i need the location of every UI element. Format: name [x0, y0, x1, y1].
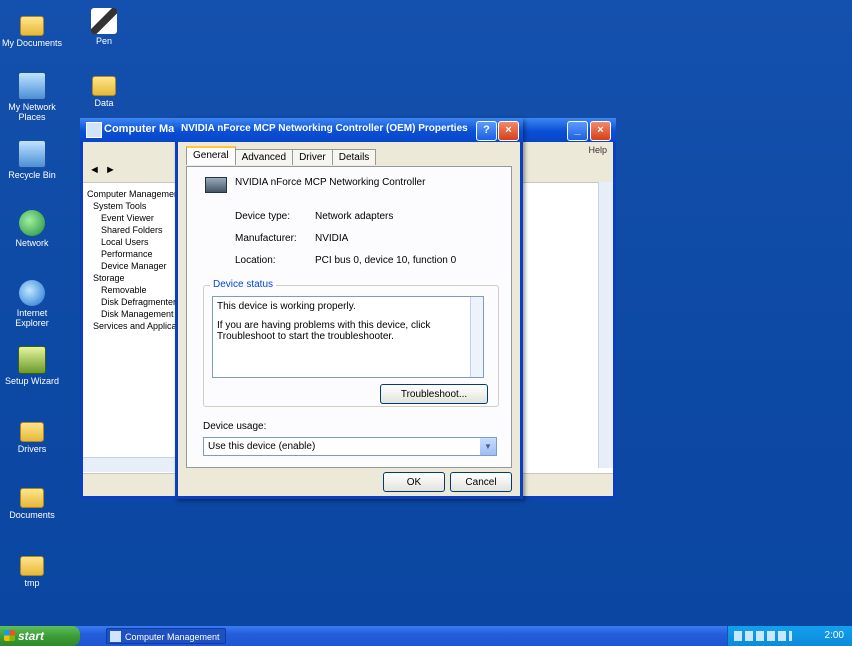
taskbar-item-label: Computer Management [125, 632, 220, 642]
desktop-icon-recycle-bin[interactable]: Recycle Bin [0, 140, 64, 180]
computer-icon [18, 140, 46, 168]
location-value: PCI bus 0, device 10, function 0 [315, 255, 457, 266]
folder-icon [20, 16, 44, 36]
menu-help[interactable]: Help [588, 145, 607, 155]
tree-item[interactable]: Local Users [87, 236, 177, 248]
setup-icon [18, 346, 46, 374]
desktop-icon-drivers[interactable]: Drivers [0, 418, 64, 454]
tab-advanced[interactable]: Advanced [234, 149, 294, 165]
tab-strip: General Advanced Driver Details [186, 146, 377, 166]
device-usage-select[interactable]: Use this device (enable) ▼ [203, 437, 497, 456]
device-usage-value: Use this device (enable) [208, 441, 316, 452]
computer-management-icon [110, 631, 121, 642]
tab-details[interactable]: Details [331, 149, 377, 165]
network-adapter-icon [205, 177, 227, 193]
status-scrollbar[interactable] [470, 297, 483, 377]
start-button[interactable]: start [0, 626, 80, 646]
desktop-icon-label: My Network Places [8, 102, 56, 122]
ok-button[interactable]: OK [383, 472, 445, 492]
device-usage-label: Device usage: [203, 421, 267, 432]
dialog-title: NVIDIA nForce MCP Networking Controller … [181, 123, 468, 134]
close-button[interactable]: × [590, 121, 611, 141]
tree-item[interactable]: System Tools [87, 200, 177, 212]
device-properties-dialog[interactable]: NVIDIA nForce MCP Networking Controller … [175, 118, 523, 499]
desktop-icon-label: Data [94, 98, 114, 108]
desktop-icon-label: tmp [24, 578, 40, 588]
chevron-down-icon[interactable]: ▼ [480, 438, 496, 455]
device-status-group: Device status This device is working pro… [203, 279, 499, 407]
tree-item[interactable]: Storage [87, 272, 177, 284]
device-type-label: Device type: [235, 211, 291, 222]
tree-item[interactable]: Event Viewer [87, 212, 177, 224]
tray-icons[interactable] [734, 631, 792, 641]
horizontal-scrollbar[interactable] [83, 457, 177, 472]
device-name: NVIDIA nForce MCP Networking Controller [235, 177, 426, 188]
help-button[interactable]: ? [476, 121, 497, 141]
tree-item[interactable]: Device Manager [87, 260, 177, 272]
dialog-title-bar[interactable]: NVIDIA nForce MCP Networking Controller … [175, 118, 523, 142]
desktop-icon-my-documents[interactable]: My Documents [0, 12, 64, 48]
tree-item[interactable]: Shared Folders [87, 224, 177, 236]
windows-logo-icon [4, 630, 15, 641]
taskbar: start Computer Management 2:00 [0, 626, 852, 646]
dialog-close-button[interactable]: × [498, 121, 519, 141]
manufacturer-value: NVIDIA [315, 233, 349, 244]
system-tray: 2:00 [727, 626, 852, 646]
taskbar-item-computer-management[interactable]: Computer Management [106, 628, 226, 644]
desktop-icon-label: Pen [95, 36, 112, 46]
desktop-icon-data[interactable]: Data [72, 72, 136, 108]
desktop-icon-label: Drivers [17, 444, 47, 454]
forward-icon[interactable]: ► [105, 164, 116, 176]
computer-icon [18, 72, 46, 100]
folder-icon [20, 488, 44, 508]
desktop-icon-tmp[interactable]: tmp [0, 552, 64, 588]
folder-icon [20, 422, 44, 442]
tree-item[interactable]: Performance [87, 248, 177, 260]
desktop-icon-network[interactable]: Network [0, 210, 64, 248]
desktop-icon-label: My Documents [1, 38, 63, 48]
general-panel: NVIDIA nForce MCP Networking Controller … [186, 166, 512, 468]
pen-icon [91, 8, 117, 34]
tree-item[interactable]: Disk Defragmenter [87, 296, 177, 308]
troubleshoot-button[interactable]: Troubleshoot... [380, 384, 488, 404]
status-help-text: If you are having problems with this dev… [217, 320, 431, 342]
desktop: My Documents Pen My Network Places Data … [0, 0, 852, 626]
clock[interactable]: 2:00 [825, 626, 844, 646]
vertical-scrollbar[interactable] [598, 182, 613, 468]
tab-general[interactable]: General [186, 146, 236, 165]
desktop-icon-setup-wizard[interactable]: Setup Wizard [0, 346, 64, 386]
device-type-value: Network adapters [315, 211, 394, 222]
tree-item[interactable]: Services and Applications [87, 320, 177, 332]
tree-item[interactable]: Computer Management [87, 188, 177, 200]
desktop-icon-label: Documents [9, 510, 55, 520]
desktop-icon-documents[interactable]: Documents [0, 484, 64, 520]
desktop-icon-label: Internet Explorer [15, 308, 49, 328]
desktop-icon-label: Setup Wizard [4, 376, 60, 386]
tree-item[interactable]: Removable [87, 284, 177, 296]
ie-icon [19, 280, 45, 306]
minimize-button[interactable]: _ [567, 121, 588, 141]
cancel-button[interactable]: Cancel [450, 472, 512, 492]
device-status-text[interactable]: This device is working properly. If you … [212, 296, 484, 378]
console-tree[interactable]: Computer Management System Tools Event V… [87, 188, 177, 458]
desktop-icon-internet-explorer[interactable]: Internet Explorer [0, 280, 64, 328]
start-label: start [18, 629, 45, 643]
desktop-icon-pen[interactable]: Pen [72, 8, 136, 46]
desktop-icon-label: Network [15, 238, 49, 248]
desktop-icon-network-places[interactable]: My Network Places [0, 72, 64, 122]
manufacturer-label: Manufacturer: [235, 233, 297, 244]
folder-icon [20, 556, 44, 576]
location-label: Location: [235, 255, 276, 266]
device-status-label: Device status [210, 279, 277, 290]
tab-driver[interactable]: Driver [292, 149, 333, 165]
desktop-icon-label: Recycle Bin [8, 170, 56, 180]
tree-item[interactable]: Disk Management [87, 308, 177, 320]
status-line: This device is working properly. [217, 301, 356, 312]
folder-icon [92, 76, 116, 96]
globe-icon [19, 210, 45, 236]
back-icon[interactable]: ◄ [89, 164, 100, 176]
computer-management-icon [86, 122, 102, 138]
